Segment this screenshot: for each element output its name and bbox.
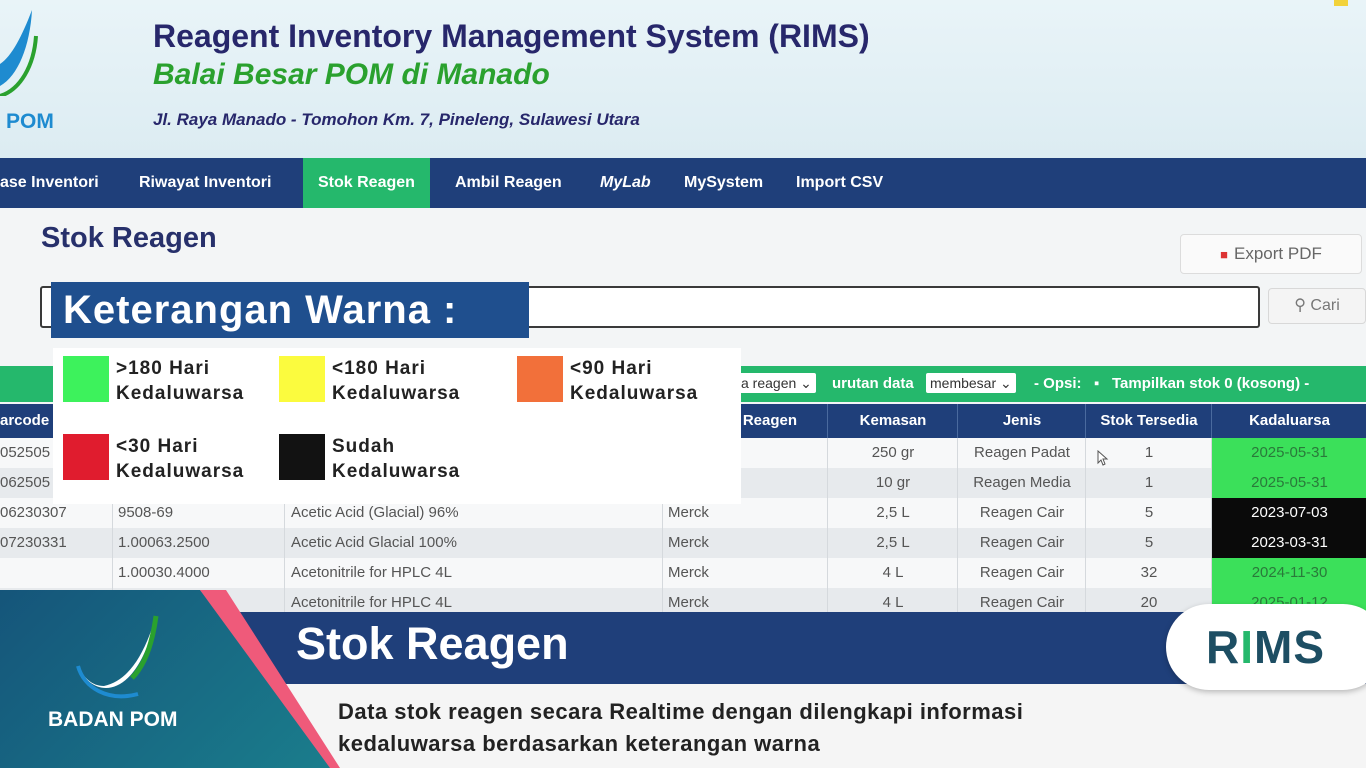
rims-logo: RIMS (1206, 621, 1326, 673)
cell-stok: 5 (1085, 528, 1212, 558)
table-row[interactable]: 07230331 1.00063.2500 Acetic Acid Glacia… (0, 528, 1366, 558)
table-row[interactable]: 1.00030.4000 Acetonitrile for HPLC 4L Me… (0, 558, 1366, 588)
options-label: - Opsi: (1034, 375, 1082, 392)
legend-label-orange: <90 Hari Kedaluwarsa (570, 358, 699, 404)
color-legend: >180 Hari Kedaluwarsa <180 Hari Kedaluwars… (53, 348, 741, 504)
legend-label-black: Sudah Kedaluwarsa (332, 436, 461, 482)
search-button-label: Cari (1310, 297, 1340, 314)
legend-swatch-black (279, 434, 325, 480)
cell-kemasan: 2,5 L (827, 528, 958, 558)
chevron-down-icon: ⌄ (1000, 375, 1012, 391)
legend-label-red: <30 Hari Kedaluwarsa (116, 436, 245, 482)
export-pdf-button[interactable]: ■ Export PDF (1180, 234, 1362, 274)
search-button[interactable]: ⚲ Cari (1268, 288, 1366, 324)
show-empty-checkbox[interactable]: ▪ (1094, 366, 1099, 402)
cell-kadaluarsa: 2025-05-31 (1211, 438, 1366, 468)
search-icon: ⚲ (1294, 297, 1311, 314)
show-empty-label: Tampilkan stok 0 (kosong) - (1112, 375, 1310, 392)
pdf-icon: ■ (1220, 247, 1228, 262)
export-pdf-label: Export PDF (1234, 244, 1322, 263)
cell-stok: 32 (1085, 558, 1212, 588)
app-title: Reagent Inventory Management System (RIM… (153, 18, 870, 54)
cell-jenis: Reagen Cair (957, 498, 1086, 528)
legend-title: Keterangan Warna : (51, 282, 529, 338)
cell-jenis: Reagen Media (957, 468, 1086, 498)
cell-stok: 5 (1085, 498, 1212, 528)
legend-swatch-yellow (279, 356, 325, 402)
cell-jenis: Reagen Cair (957, 528, 1086, 558)
col-kadaluarsa[interactable]: Kadaluarsa (1211, 404, 1366, 438)
caption-description: Data stok reagen secara Realtime dengan … (338, 699, 1024, 756)
window-badge (1334, 0, 1348, 6)
badan-pom-text: BADAN POM (48, 708, 178, 731)
main-nav: ase Inventori Riwayat Inventori Stok Rea… (0, 158, 1366, 208)
cell-kadaluarsa: 2023-03-31 (1211, 528, 1366, 558)
cell-barcode: 07230331 (0, 534, 67, 551)
nav-item-ambil-reagen[interactable]: Ambil Reagen (455, 158, 562, 208)
nav-item-mysystem[interactable]: MySystem (684, 158, 763, 208)
app-address: Jl. Raya Manado - Tomohon Km. 7, Pinelen… (153, 110, 640, 129)
legend-swatch-green (63, 356, 109, 402)
sort-label: urutan data (832, 375, 914, 392)
cell-stok: 1 (1085, 468, 1212, 498)
page-title: Stok Reagen (41, 222, 217, 254)
cell-kemasan: 4 L (827, 558, 958, 588)
logo-text: POM (6, 110, 54, 133)
cell-jenis: Reagen Cair (957, 558, 1086, 588)
nav-item-basis-inventori[interactable]: ase Inventori (0, 158, 99, 208)
sort-select[interactable]: membesar ⌄ (926, 373, 1016, 393)
chevron-down-icon: ⌄ (800, 375, 812, 391)
legend-swatch-red (63, 434, 109, 480)
badan-pom-logo-icon (0, 10, 38, 96)
cell-name: Acetonitrile for HPLC 4L (284, 558, 662, 588)
app-subtitle: Balai Besar POM di Manado (153, 58, 550, 91)
nav-item-import-csv[interactable]: Import CSV (796, 158, 883, 208)
col-kemasan[interactable]: Kemasan (827, 404, 958, 438)
cell-kemasan: 2,5 L (827, 498, 958, 528)
col-jenis[interactable]: Jenis (957, 404, 1086, 438)
col-stok-tersedia[interactable]: Stok Tersedia (1085, 404, 1212, 438)
cell-kadaluarsa: 2023-07-03 (1211, 498, 1366, 528)
cell-kadaluarsa: 2024-11-30 (1211, 558, 1366, 588)
cell-catalog: 1.00063.2500 (112, 528, 284, 558)
cell-kadaluarsa: 2025-05-31 (1211, 468, 1366, 498)
caption-title: Stok Reagen (296, 618, 569, 669)
cell-brand: Merck (662, 558, 827, 588)
cell-barcode (0, 558, 112, 588)
app-header: POM Reagent Inventory Management System … (0, 0, 1366, 158)
cell-brand: Merck (662, 528, 827, 558)
nav-item-stok-reagen[interactable]: Stok Reagen (303, 158, 430, 208)
nav-item-mylab[interactable]: MyLab (600, 158, 651, 208)
cell-jenis: Reagen Padat (957, 438, 1086, 468)
legend-swatch-orange (517, 356, 563, 402)
mouse-cursor-icon (1097, 450, 1109, 466)
cell-kemasan: 250 gr (827, 438, 958, 468)
cell-name: Acetic Acid Glacial 100% (284, 528, 662, 558)
filter-select-reagen[interactable]: a reagen ⌄ (737, 373, 816, 393)
legend-label-yellow: <180 Hari Kedaluwarsa (332, 358, 461, 404)
cell-kemasan: 10 gr (827, 468, 958, 498)
nav-item-riwayat-inventori[interactable]: Riwayat Inventori (139, 158, 271, 208)
legend-label-green: >180 Hari Kedaluwarsa (116, 358, 245, 404)
cell-catalog: 1.00030.4000 (112, 558, 284, 588)
